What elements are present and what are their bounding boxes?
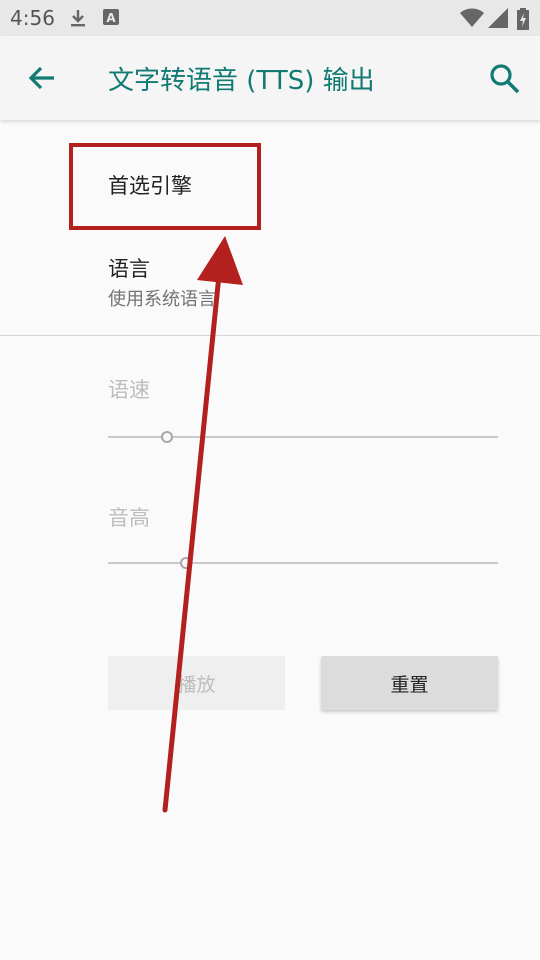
status-time: 4:56 [10,6,55,30]
download-icon [68,8,88,32]
signal-icon [488,8,508,32]
play-button[interactable]: 播放 [108,656,285,710]
divider [0,335,540,336]
search-icon[interactable] [488,62,522,96]
reset-button[interactable]: 重置 [321,656,498,710]
pitch-slider[interactable] [108,553,498,573]
status-bar: 4:56 A [0,0,540,36]
pitch-title: 音高 [108,506,150,530]
wifi-icon [460,8,484,32]
app-toolbar: 文字转语音 (TTS) 输出 [0,36,540,120]
highlight-box [69,143,261,230]
speech-rate-slider[interactable] [108,427,498,447]
language-title: 语言 [108,257,150,281]
speech-rate-thumb[interactable] [160,431,173,443]
page-title: 文字转语音 (TTS) 输出 [108,66,375,96]
a-notification-icon: A [102,8,120,30]
pitch-track [108,562,498,564]
language-item[interactable]: 语言 使用系统语言 [108,253,216,311]
arrow-back-icon[interactable] [26,62,58,94]
language-summary: 使用系统语言 [108,289,216,310]
svg-text:A: A [106,11,116,25]
pitch-thumb[interactable] [180,557,192,569]
battery-charging-icon [517,8,529,34]
speech-rate-title: 语速 [108,378,150,402]
